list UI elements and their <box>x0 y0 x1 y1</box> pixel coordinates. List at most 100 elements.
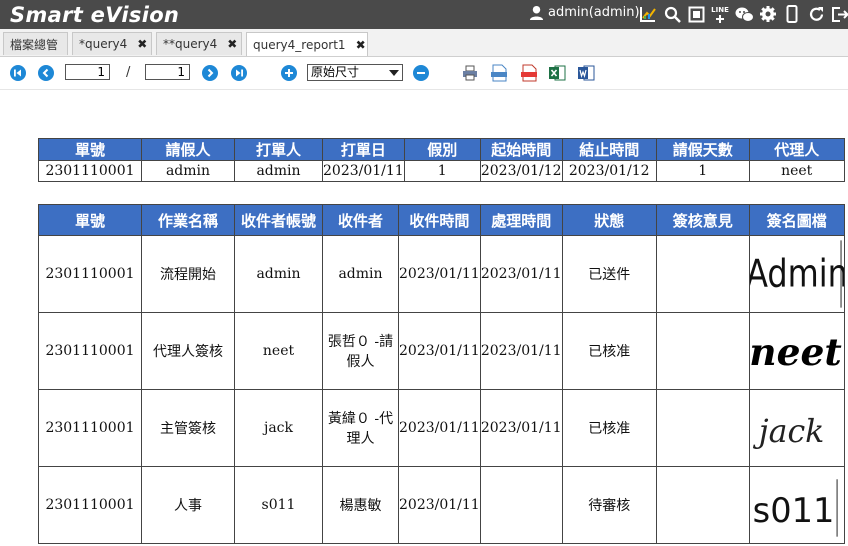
table-cell: 2023/01/11 <box>398 466 481 544</box>
tab-label: query4_report1 <box>253 37 346 52</box>
close-icon[interactable]: ✖ <box>227 37 237 51</box>
fullscreen-icon[interactable] <box>684 4 708 24</box>
logout-icon[interactable] <box>828 4 848 24</box>
table-cell: s011 <box>234 466 323 544</box>
table-cell: 已送件 <box>561 235 657 313</box>
first-page-button[interactable] <box>10 65 26 81</box>
table-cell: 2301110001 <box>38 235 142 313</box>
signature-text: s011 <box>752 491 834 530</box>
user-icon <box>529 5 544 20</box>
tab-label: *query4 <box>79 37 128 51</box>
signature-image: jack <box>752 414 824 450</box>
table-cell: 2023/01/11 <box>479 312 563 390</box>
print-icon <box>463 65 477 81</box>
header-cell: 單號 <box>38 138 142 161</box>
total-pages-field: 1 <box>145 64 190 80</box>
header-cell: 簽核意見 <box>655 204 750 236</box>
gear-icon[interactable] <box>756 4 780 24</box>
app-title: Smart eVision <box>10 3 180 27</box>
user-menu[interactable]: admin(admin) <box>529 5 640 20</box>
zoom-in-button[interactable] <box>281 65 297 81</box>
html-file-icon <box>491 64 507 82</box>
plus-icon <box>285 69 293 77</box>
table-cell: 2301110001 <box>38 389 142 467</box>
table-cell: 主管簽核 <box>141 389 235 467</box>
table-cell: 2023/01/11 <box>398 389 481 467</box>
zoom-out-button[interactable] <box>413 65 429 81</box>
tab-label: 檔案總管 <box>10 37 59 52</box>
table-cell: jack <box>234 389 323 467</box>
export-word-button[interactable] <box>577 64 595 82</box>
signature-image: Admin <box>750 240 844 308</box>
header-cell: 作業名稱 <box>141 204 235 236</box>
signature-text: neet <box>750 330 842 374</box>
header-cell: 結止時間 <box>561 138 657 161</box>
signature-image: neet <box>750 330 842 374</box>
header-cell: 狀態 <box>561 204 657 236</box>
top-bar: Smart eVision admin(admin) LINE <box>0 0 848 29</box>
header-cell: 處理時間 <box>479 204 563 236</box>
header-cell: 打單人 <box>234 138 323 161</box>
table-cell: 2023/01/11 <box>398 235 481 313</box>
word-icon <box>578 65 595 81</box>
approval-detail-table: 單號 作業名稱 收件者帳號 收件者 收件時間 處理時間 狀態 簽核意見 簽名圖檔… <box>38 204 845 544</box>
tab-query4-a[interactable]: *query4 ✖ <box>72 32 152 55</box>
current-page-input[interactable]: 1 <box>65 64 110 80</box>
page-separator: / <box>126 65 131 80</box>
line-label: LINE <box>711 6 729 14</box>
table-cell: 2023/01/11 <box>479 389 563 467</box>
table-cell: neet <box>748 160 845 182</box>
table-cell: admin <box>322 235 399 313</box>
header-cell: 打單日 <box>322 138 405 161</box>
table-cell: 2023/01/12 <box>561 160 657 182</box>
close-icon[interactable]: ✖ <box>137 37 147 51</box>
export-pdf-button[interactable] <box>520 64 538 82</box>
table-cell: 2301110001 <box>38 312 142 390</box>
table-cell <box>479 466 563 544</box>
next-page-button[interactable] <box>202 65 218 81</box>
mobile-icon[interactable] <box>780 4 804 24</box>
tab-file-manager[interactable]: 檔案總管 <box>3 32 68 55</box>
table-cell: admin <box>234 160 323 182</box>
signature-cell: s011 <box>748 466 845 544</box>
export-html-button[interactable] <box>490 64 508 82</box>
table-cell: 人事 <box>141 466 235 544</box>
header-cell: 假別 <box>403 138 481 161</box>
table-cell: 2023/01/12 <box>479 160 563 182</box>
table-cell: 流程開始 <box>141 235 235 313</box>
header-cell: 收件者帳號 <box>234 204 323 236</box>
table-cell: 楊惠敏 <box>322 466 399 544</box>
chart-icon[interactable] <box>636 4 660 24</box>
table-cell <box>655 466 750 544</box>
header-cell: 收件者 <box>322 204 399 236</box>
tab-query4-b[interactable]: **query4 ✖ <box>156 32 242 55</box>
table-cell: 2023/01/11 <box>479 235 563 313</box>
table-cell <box>655 389 750 467</box>
table-row: 2301110001 主管簽核 jack 黃緯０ -代理人 2023/01/11… <box>38 389 845 467</box>
summary-header-row: 單號 請假人 打單人 打單日 假別 起始時間 結止時間 請假天數 代理人 <box>38 138 845 161</box>
header-cell: 請假人 <box>141 138 235 161</box>
chevron-down-icon <box>389 70 399 76</box>
close-icon[interactable]: ✖ <box>356 38 366 52</box>
refresh-icon[interactable] <box>804 4 828 24</box>
last-page-icon <box>236 69 243 77</box>
table-row: 2301110001 admin admin 2023/01/11 1 2023… <box>38 160 845 182</box>
line-icon[interactable]: LINE <box>708 4 732 24</box>
table-cell: 1 <box>403 160 481 182</box>
wechat-icon[interactable] <box>732 4 756 24</box>
table-cell: admin <box>141 160 235 182</box>
zoom-select[interactable]: 原始尺寸 <box>307 64 403 81</box>
export-excel-button[interactable] <box>548 64 566 82</box>
search-icon[interactable] <box>660 4 684 24</box>
last-page-button[interactable] <box>231 65 247 81</box>
table-cell: 2023/01/11 <box>398 312 481 390</box>
table-cell <box>655 235 750 313</box>
table-cell: 張哲０ -請假人 <box>322 312 399 390</box>
tab-bar: 檔案總管 *query4 ✖ **query4 ✖ query4_report1… <box>0 29 848 57</box>
header-cell: 簽名圖檔 <box>748 204 845 236</box>
print-button[interactable] <box>461 64 479 82</box>
report-toolbar: 1 / 1 原始尺寸 <box>0 57 848 90</box>
header-cell: 代理人 <box>748 138 845 161</box>
tab-query4-report1[interactable]: query4_report1 ✖ <box>246 32 368 56</box>
prev-page-button[interactable] <box>38 65 54 81</box>
